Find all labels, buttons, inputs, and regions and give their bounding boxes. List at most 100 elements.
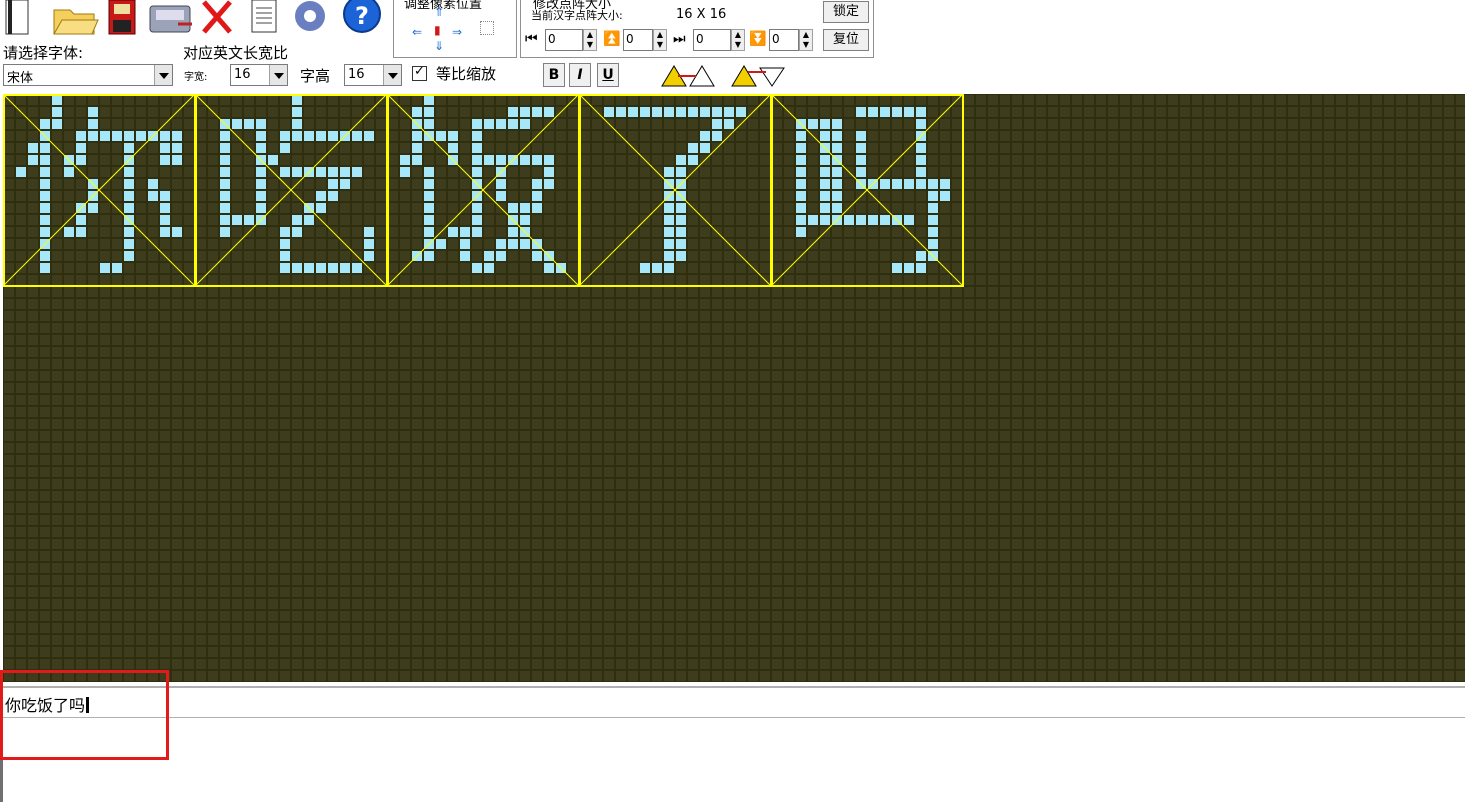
lit-pixel[interactable] <box>112 131 122 141</box>
lit-pixel[interactable] <box>820 167 830 177</box>
lit-pixel[interactable] <box>724 119 734 129</box>
help-icon[interactable]: ? <box>340 0 388 38</box>
lit-pixel[interactable] <box>88 131 98 141</box>
chevron-down-icon[interactable] <box>154 65 172 85</box>
lit-pixel[interactable] <box>292 95 302 105</box>
lit-pixel[interactable] <box>844 215 854 225</box>
lit-pixel[interactable] <box>904 215 914 225</box>
lit-pixel[interactable] <box>520 155 530 165</box>
lit-pixel[interactable] <box>628 107 638 117</box>
lit-pixel[interactable] <box>532 191 542 201</box>
lit-pixel[interactable] <box>256 203 266 213</box>
lit-pixel[interactable] <box>520 203 530 213</box>
lit-pixel[interactable] <box>220 203 230 213</box>
lit-pixel[interactable] <box>916 143 926 153</box>
lit-pixel[interactable] <box>544 167 554 177</box>
lit-pixel[interactable] <box>796 215 806 225</box>
lit-pixel[interactable] <box>40 179 50 189</box>
lit-pixel[interactable] <box>664 251 674 261</box>
lit-pixel[interactable] <box>664 107 674 117</box>
lit-pixel[interactable] <box>892 263 902 273</box>
reset-button[interactable]: 复位 <box>823 29 869 51</box>
lit-pixel[interactable] <box>508 239 518 249</box>
lit-pixel[interactable] <box>28 155 38 165</box>
lit-pixel[interactable] <box>40 143 50 153</box>
lit-pixel[interactable] <box>256 131 266 141</box>
lit-pixel[interactable] <box>40 167 50 177</box>
lit-pixel[interactable] <box>304 263 314 273</box>
font-select[interactable]: 宋体 <box>3 64 173 86</box>
lit-pixel[interactable] <box>292 167 302 177</box>
lit-pixel[interactable] <box>88 107 98 117</box>
lit-pixel[interactable] <box>856 155 866 165</box>
lit-pixel[interactable] <box>400 155 410 165</box>
lit-pixel[interactable] <box>280 227 290 237</box>
lit-pixel[interactable] <box>400 167 410 177</box>
move-left-icon[interactable]: ⇐ <box>412 25 422 39</box>
lit-pixel[interactable] <box>76 215 86 225</box>
lit-pixel[interactable] <box>52 95 62 105</box>
lit-pixel[interactable] <box>940 191 950 201</box>
lit-pixel[interactable] <box>424 95 434 105</box>
lit-pixel[interactable] <box>280 251 290 261</box>
lit-pixel[interactable] <box>424 203 434 213</box>
lit-pixel[interactable] <box>292 215 302 225</box>
lit-pixel[interactable] <box>820 179 830 189</box>
lit-pixel[interactable] <box>688 107 698 117</box>
lit-pixel[interactable] <box>424 227 434 237</box>
lit-pixel[interactable] <box>520 107 530 117</box>
lit-pixel[interactable] <box>256 167 266 177</box>
lit-pixel[interactable] <box>916 167 926 177</box>
left-offset-input[interactable]: 0 <box>545 29 583 51</box>
lit-pixel[interactable] <box>160 155 170 165</box>
lit-pixel[interactable] <box>424 107 434 117</box>
lit-pixel[interactable] <box>904 179 914 189</box>
lit-pixel[interactable] <box>808 215 818 225</box>
lit-pixel[interactable] <box>40 251 50 261</box>
lit-pixel[interactable] <box>820 191 830 201</box>
lit-pixel[interactable] <box>124 239 134 249</box>
lit-pixel[interactable] <box>232 119 242 129</box>
lit-pixel[interactable] <box>76 131 86 141</box>
lit-pixel[interactable] <box>28 143 38 153</box>
lit-pixel[interactable] <box>40 119 50 129</box>
lit-pixel[interactable] <box>292 119 302 129</box>
lit-pixel[interactable] <box>928 239 938 249</box>
lit-pixel[interactable] <box>160 191 170 201</box>
lit-pixel[interactable] <box>16 167 26 177</box>
lit-pixel[interactable] <box>280 131 290 141</box>
center-icon[interactable]: ▮ <box>434 23 441 37</box>
lit-pixel[interactable] <box>280 263 290 273</box>
lit-pixel[interactable] <box>472 131 482 141</box>
lit-pixel[interactable] <box>40 155 50 165</box>
lit-pixel[interactable] <box>712 131 722 141</box>
lit-pixel[interactable] <box>508 119 518 129</box>
lit-pixel[interactable] <box>532 203 542 213</box>
lit-pixel[interactable] <box>544 179 554 189</box>
lit-pixel[interactable] <box>856 131 866 141</box>
lit-pixel[interactable] <box>544 155 554 165</box>
lit-pixel[interactable] <box>664 239 674 249</box>
lit-pixel[interactable] <box>136 131 146 141</box>
lit-pixel[interactable] <box>820 155 830 165</box>
lit-pixel[interactable] <box>532 251 542 261</box>
lit-pixel[interactable] <box>472 263 482 273</box>
lit-pixel[interactable] <box>40 191 50 201</box>
lit-pixel[interactable] <box>508 227 518 237</box>
lit-pixel[interactable] <box>352 263 362 273</box>
bottom-offset-spinner[interactable]: ▲ ▼ <box>799 29 813 51</box>
lit-pixel[interactable] <box>532 155 542 165</box>
lit-pixel[interactable] <box>340 167 350 177</box>
lit-pixel[interactable] <box>796 191 806 201</box>
chevron-down-icon[interactable] <box>269 65 287 85</box>
lit-pixel[interactable] <box>280 239 290 249</box>
lit-pixel[interactable] <box>892 107 902 117</box>
lit-pixel[interactable] <box>220 143 230 153</box>
lit-pixel[interactable] <box>484 251 494 261</box>
move-up-icon[interactable]: ⇑ <box>434 5 444 19</box>
lit-pixel[interactable] <box>892 179 902 189</box>
lit-pixel[interactable] <box>496 251 506 261</box>
lit-pixel[interactable] <box>172 155 182 165</box>
top-offset-spinner[interactable]: ▲ ▼ <box>653 29 667 51</box>
lit-pixel[interactable] <box>676 203 686 213</box>
